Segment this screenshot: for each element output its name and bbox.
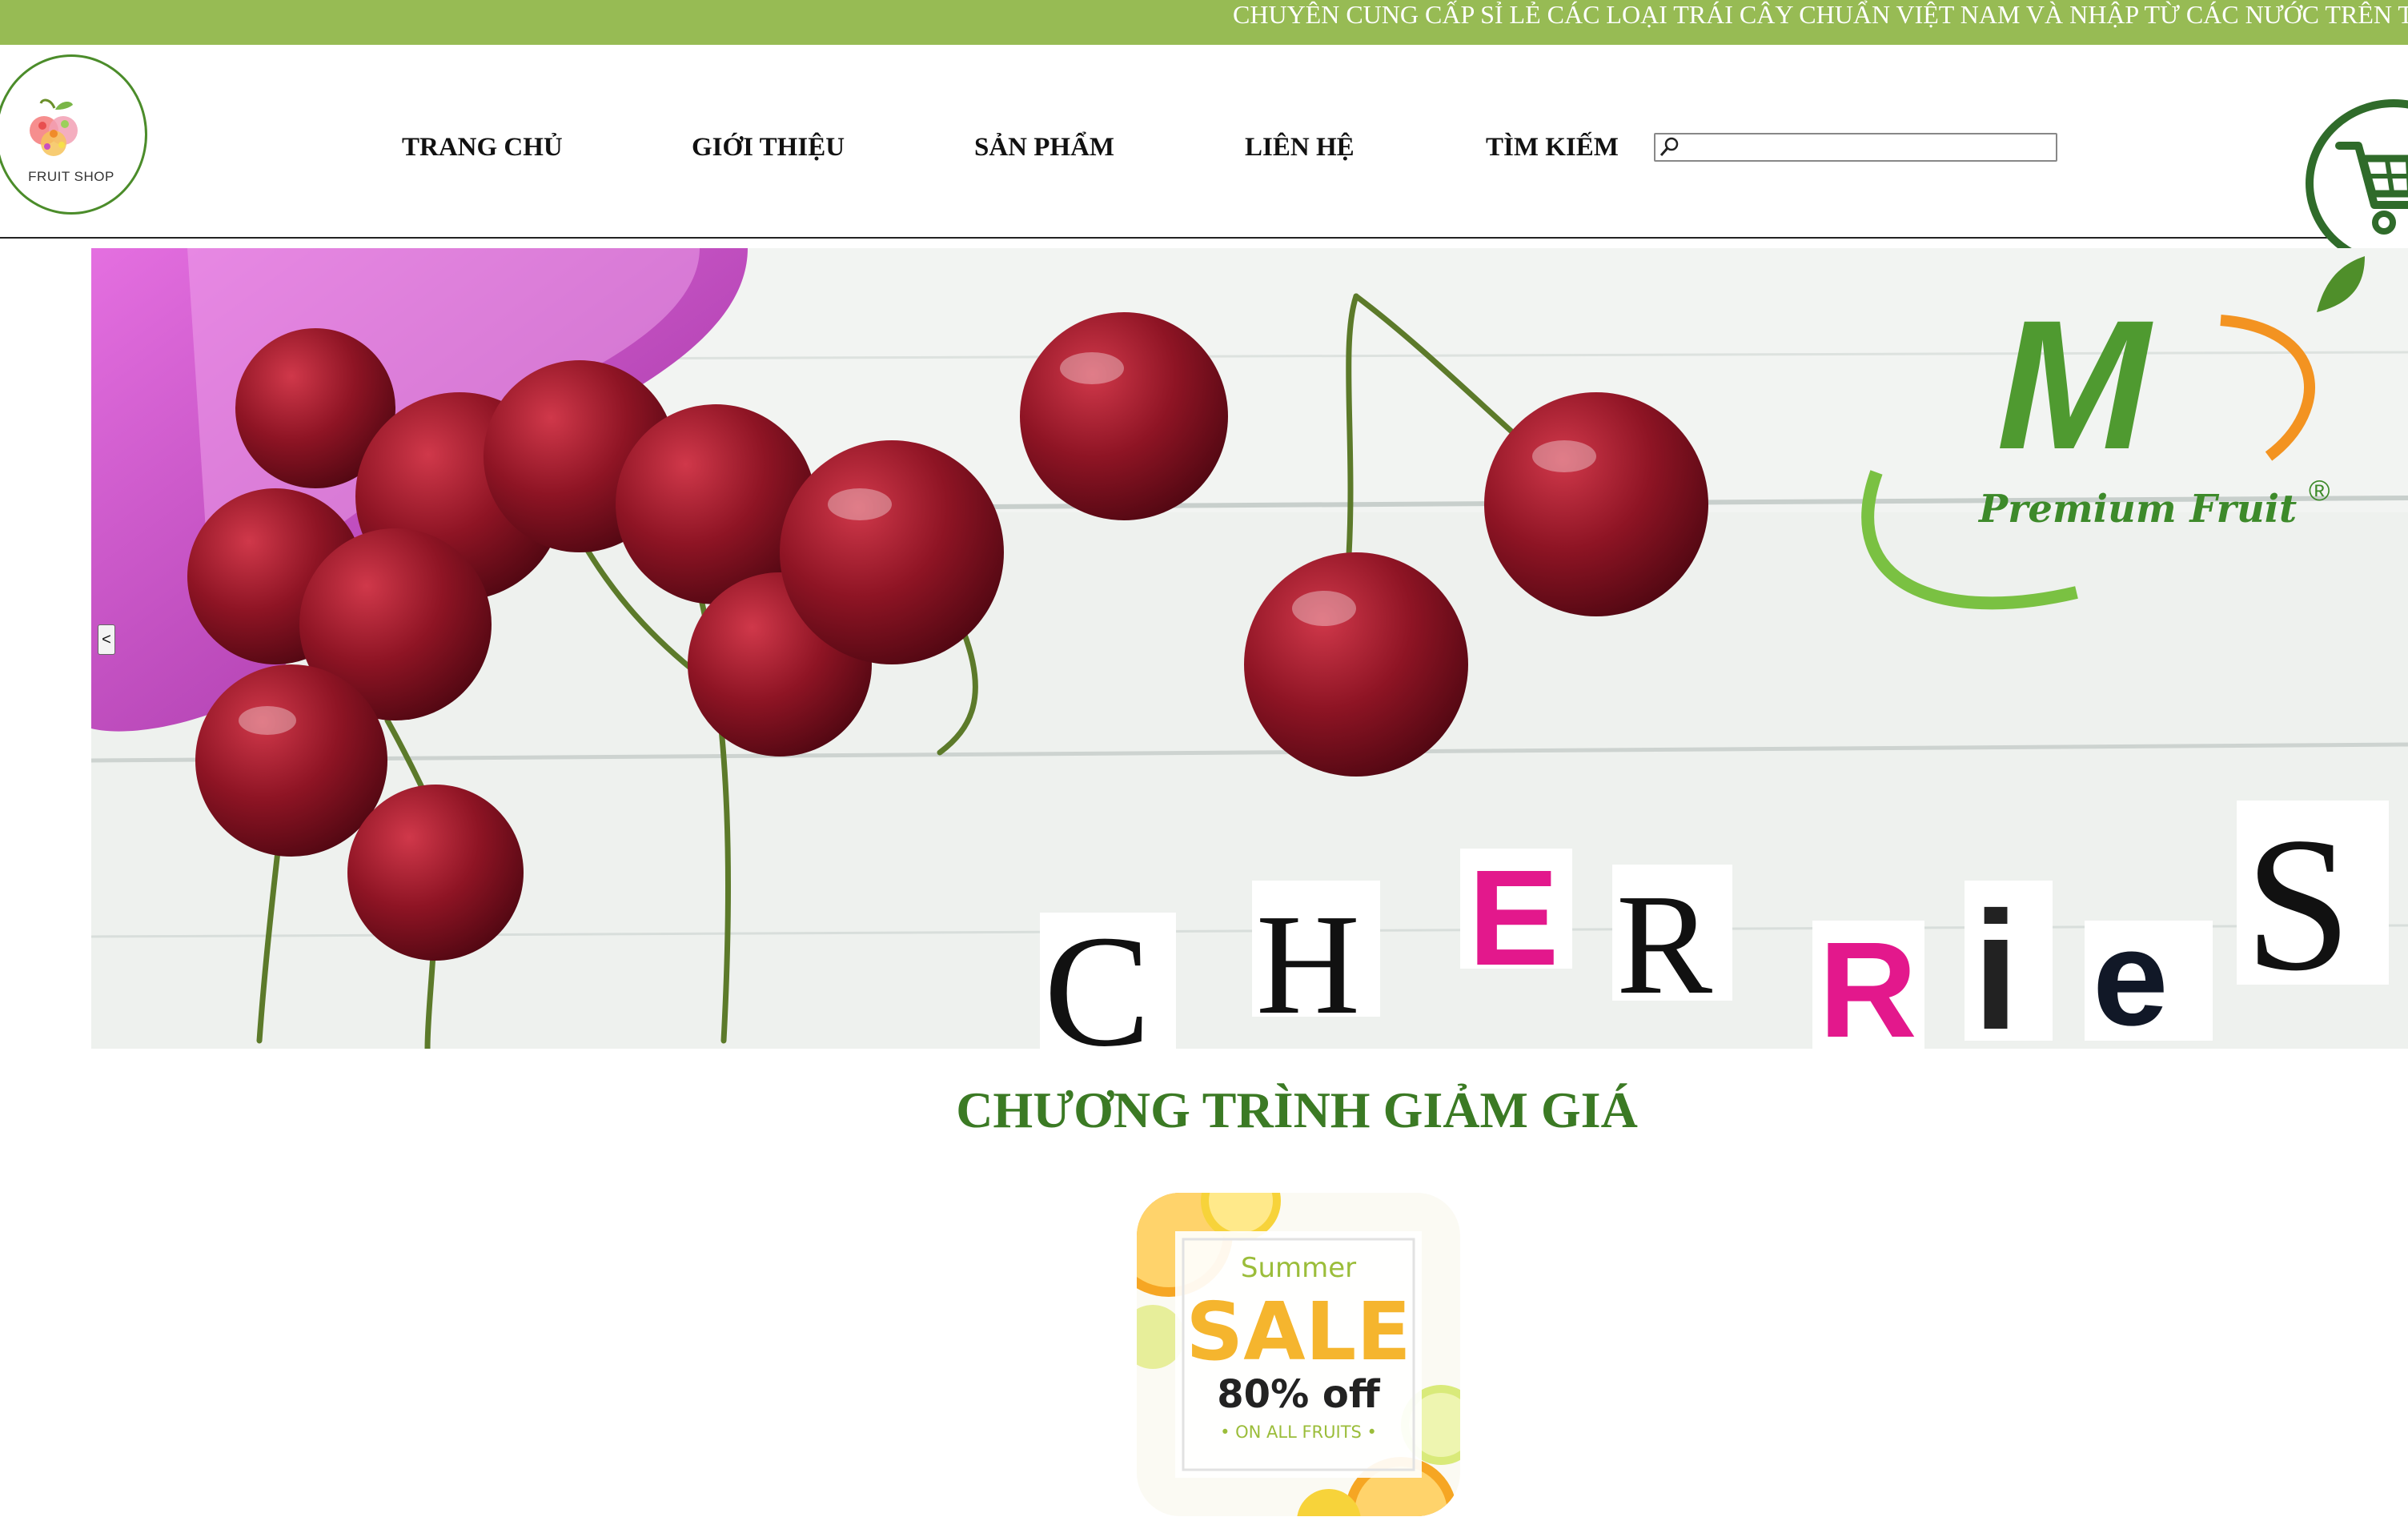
nav-about[interactable]: GIỚI THIỆU [692, 133, 845, 163]
banner-letter-r1: R [1616, 865, 1712, 1024]
nav-contact[interactable]: LIÊN HỆ [1245, 133, 1354, 163]
search-input[interactable] [1683, 134, 2054, 160]
top-announcement-bar: CHUYÊN CUNG CẤP SỈ LẺ CÁC LOẠI TRÁI CÂY … [0, 0, 2408, 45]
logo-text: FRUIT SHOP [28, 169, 114, 184]
slider-prev-button[interactable]: < [98, 624, 115, 655]
banner-letter-s: S [2245, 797, 2351, 1010]
site-header: FRUIT SHOP TRANG CHỦ GIỚI THIỆU SẢN PHẨM… [0, 45, 2408, 267]
search-icon [1660, 137, 1679, 156]
announcement-marquee: CHUYÊN CUNG CẤP SỈ LẺ CÁC LOẠI TRÁI CÂY … [1233, 0, 2408, 29]
nav-products[interactable]: SẢN PHẨM [974, 133, 1114, 163]
shopping-cart-icon [2335, 142, 2408, 235]
cherries-banner-image: M Premium Fruit ® C H E R R i e S [91, 248, 2408, 1049]
nav-home[interactable]: TRANG CHỦ [402, 133, 563, 163]
banner-brand-letter: M [1997, 282, 2153, 488]
banner-letter-c: C [1044, 903, 1150, 1049]
banner-letter-h: H [1256, 885, 1360, 1044]
sale-subtitle-text: • ON ALL FRUITS • [1220, 1423, 1377, 1442]
banner-brand-name: Premium Fruit [1977, 487, 2297, 532]
banner-letter-e2: e [2093, 902, 2169, 1049]
banner-letter-e: E [1468, 842, 1559, 994]
banner-letter-i: i [1973, 877, 2019, 1049]
banner-letter-r2: R [1819, 914, 1917, 1049]
cart-button[interactable] [2306, 99, 2408, 267]
summer-sale-image[interactable]: Summer SALE 80% off • ON ALL FRUITS • [1137, 1193, 1460, 1516]
banner-registered-mark: ® [2309, 474, 2330, 507]
nav-search[interactable]: TÌM KIẾM [1486, 133, 1619, 163]
search-box[interactable] [1654, 133, 2057, 162]
site-logo[interactable]: FRUIT SHOP [0, 54, 147, 215]
sale-headline: SALE [1186, 1285, 1411, 1379]
hero-banner: M Premium Fruit ® C H E R R i e S [91, 248, 2408, 1049]
sale-summer-text: Summer [1241, 1252, 1356, 1284]
apple-logo-icon [30, 98, 78, 156]
promo-section-title: CHƯƠNG TRÌNH GIẢM GIÁ [956, 1082, 1638, 1138]
summer-sale-graphic: Summer SALE 80% off • ON ALL FRUITS • [1137, 1193, 1460, 1516]
sale-discount-text: 80% off [1217, 1372, 1381, 1417]
